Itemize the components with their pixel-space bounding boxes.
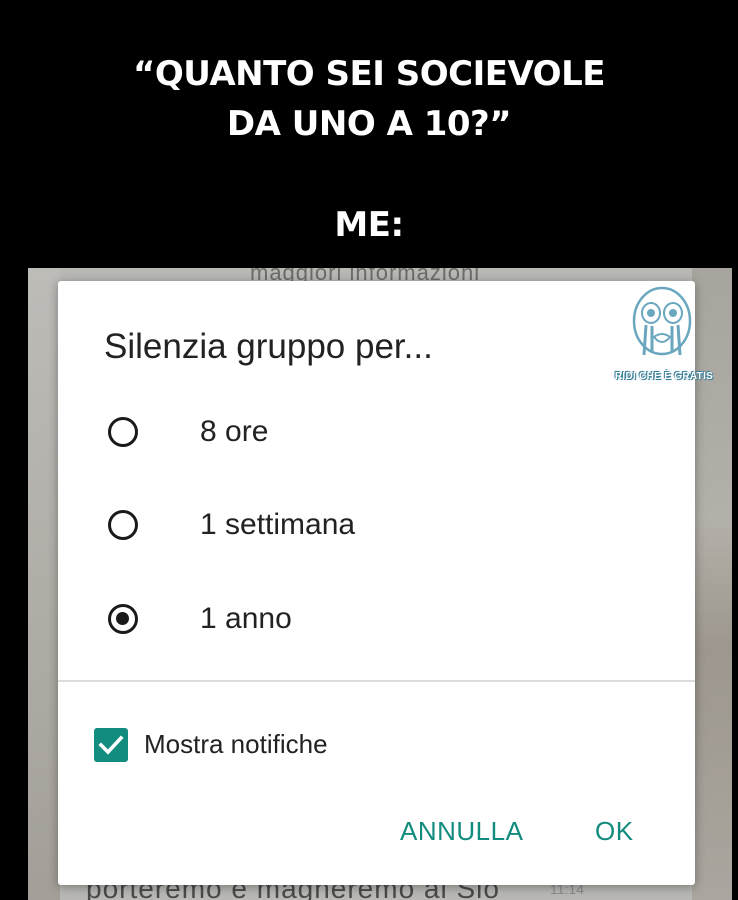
crying-face-icon (632, 286, 692, 356)
ok-button[interactable]: OK (595, 816, 634, 847)
watermark-text: RIDI CHE È GRATIS (614, 371, 714, 382)
show-notifications-row[interactable]: Mostra notifiche (94, 726, 494, 766)
option-label: 1 settimana (200, 508, 356, 541)
radio-button[interactable] (108, 417, 138, 447)
show-notifications-checkbox[interactable] (94, 728, 128, 762)
cancel-button[interactable]: ANNULLA (400, 816, 523, 847)
option-1-year[interactable]: 1 anno (104, 590, 664, 650)
caption-me: ME: (334, 205, 404, 245)
option-1-week[interactable]: 1 settimana (104, 496, 664, 556)
meme-page: “QUANTO SEI SOCIEVOLE DA UNO A 10?” ME: … (0, 0, 738, 900)
mute-group-dialog: Silenzia gruppo per... 8 ore 1 settimana… (58, 281, 695, 885)
option-8-hours[interactable]: 8 ore (104, 403, 664, 463)
option-label: 8 ore (200, 415, 269, 448)
caption-line-2: DA UNO A 10?” (226, 104, 512, 144)
dialog-title: Silenzia gruppo per... (104, 327, 433, 366)
background-left-edge (28, 268, 60, 900)
dialog-divider (58, 680, 695, 682)
option-label: 1 anno (200, 602, 292, 635)
show-notifications-label: Mostra notifiche (144, 729, 328, 759)
radio-button[interactable] (108, 510, 138, 540)
radio-button-selected[interactable] (108, 604, 138, 634)
caption-line-1: “QUANTO SEI SOCIEVOLE (133, 54, 605, 94)
watermark: RIDI CHE È GRATIS (614, 285, 714, 395)
checkmark-icon (98, 735, 124, 755)
